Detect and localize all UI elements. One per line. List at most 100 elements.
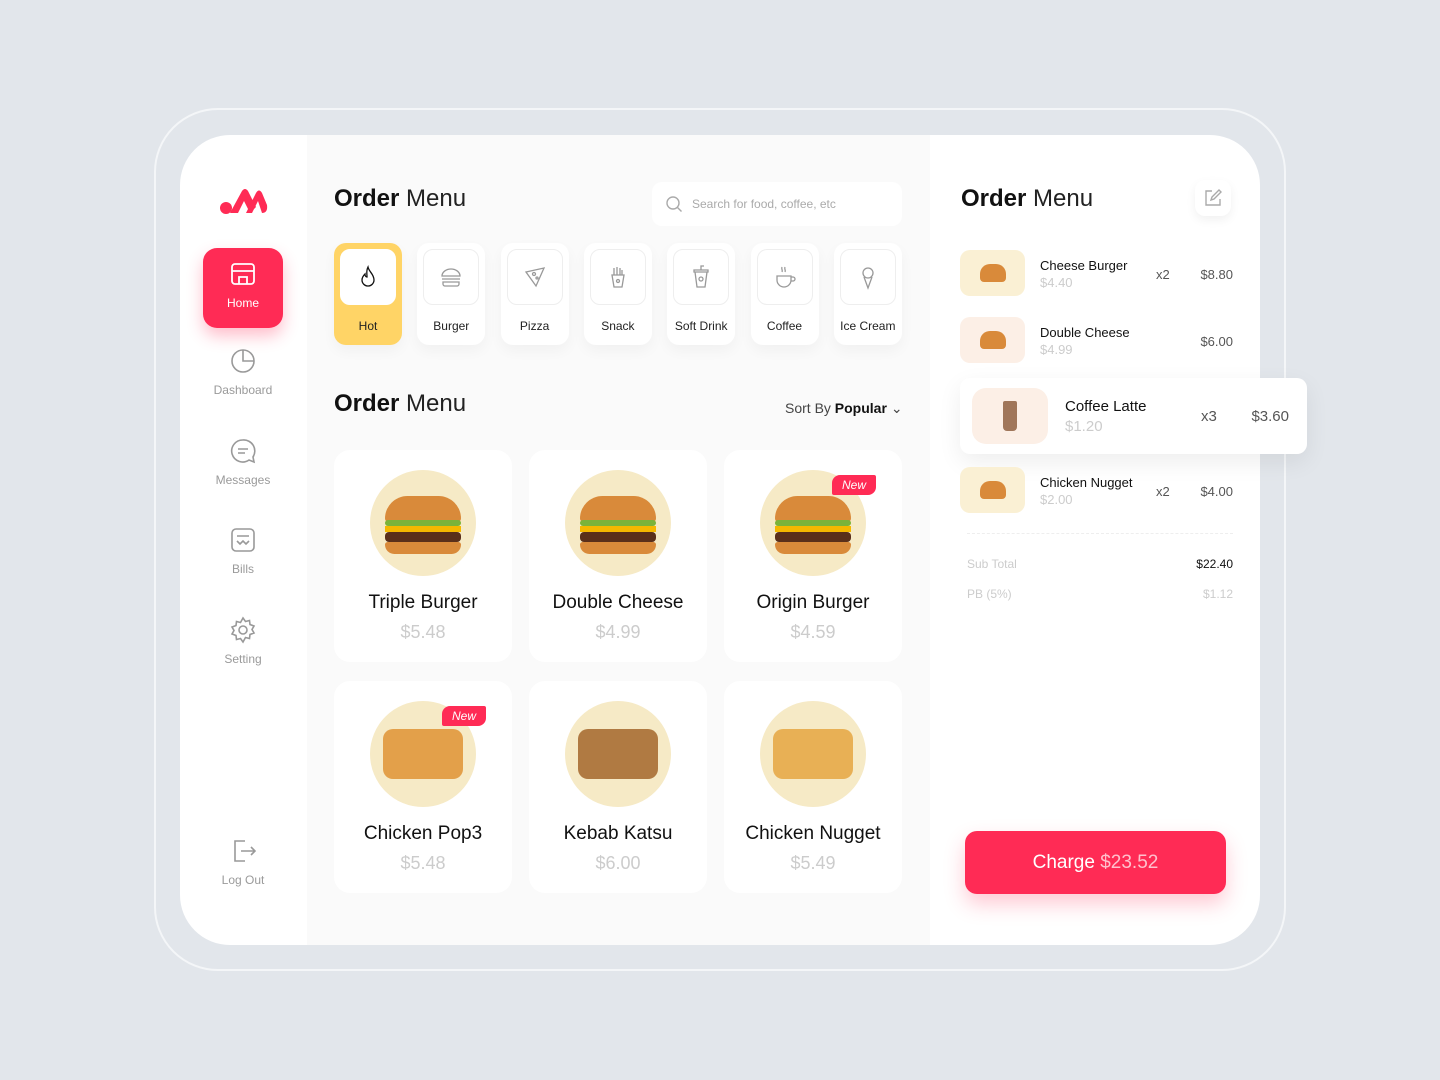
food-card[interactable]: Triple Burger $5.48 — [334, 450, 512, 662]
item-name: Double Cheese — [1040, 325, 1130, 340]
category-coffee[interactable]: Coffee — [750, 243, 819, 345]
edit-button[interactable] — [1195, 180, 1231, 216]
food-name: Chicken Pop3 — [363, 823, 483, 844]
food-price: $5.48 — [400, 853, 446, 873]
receipt-icon — [231, 528, 255, 552]
order-item[interactable]: Double Cheese $4.99 $6.00 — [960, 317, 1235, 365]
item-price: $1.20 — [1065, 418, 1103, 435]
category-burger[interactable]: Burger — [417, 243, 486, 345]
food-price: $4.99 — [595, 622, 641, 642]
pizza-icon — [524, 267, 545, 288]
logout-label: Log Out — [221, 873, 265, 887]
drink-icon — [693, 265, 709, 288]
food-price: $5.49 — [790, 853, 836, 873]
item-total: $6.00 — [1200, 334, 1233, 349]
sidebar-item-label: Setting — [224, 652, 262, 666]
gear-icon — [230, 616, 256, 644]
item-price: $2.00 — [1040, 492, 1073, 507]
ice-cream-icon — [862, 267, 874, 290]
category-label: Ice Cream — [840, 319, 896, 333]
food-image — [385, 490, 461, 556]
subtotal-row: Sub Total $22.40 — [967, 557, 1233, 571]
item-price: $4.99 — [1040, 342, 1073, 357]
sidebar-item-label: Dashboard — [213, 383, 273, 397]
app-window: Home Dashboard Messages Bills Setting Lo… — [180, 135, 1307, 945]
food-card[interactable]: New Origin Burger $4.59 — [724, 450, 902, 662]
sidebar-item-home[interactable]: Home — [203, 248, 283, 328]
fries-icon — [611, 267, 625, 288]
item-qty: x2 — [1156, 267, 1170, 282]
category-pizza[interactable]: Pizza — [500, 243, 569, 345]
item-price: $4.40 — [1040, 275, 1073, 290]
item-name: Chicken Nugget — [1040, 475, 1133, 490]
tax-row: PB (5%) $1.12 — [967, 587, 1233, 601]
order-title: Order Menu — [961, 185, 1094, 212]
food-name: Kebab Katsu — [563, 823, 673, 844]
item-name: Coffee Latte — [1065, 398, 1147, 415]
item-qty: x3 — [1201, 408, 1217, 425]
new-badge: New — [441, 706, 486, 726]
food-card[interactable]: New Chicken Pop3 $5.48 — [334, 681, 512, 893]
sidebar-item-bills[interactable]: Bills — [203, 514, 283, 594]
item-total: $8.80 — [1200, 267, 1233, 282]
order-item[interactable]: Chicken Nugget $2.00 x2 $4.00 — [960, 467, 1235, 515]
logout-button[interactable]: Log Out — [203, 825, 283, 905]
order-item[interactable]: Cheese Burger $4.40 x2 $8.80 — [960, 250, 1235, 298]
item-total: $3.60 — [1251, 408, 1289, 425]
food-price: $6.00 — [595, 853, 641, 873]
food-name: Double Cheese — [552, 592, 684, 613]
category-soft-drink[interactable]: Soft Drink — [667, 243, 736, 345]
store-icon — [231, 263, 255, 285]
food-image — [383, 729, 463, 779]
category-snack[interactable]: Snack — [583, 243, 652, 345]
burger-icon — [441, 268, 461, 287]
search-input[interactable]: Search for food, coffee, etc — [652, 182, 902, 226]
sidebar-item-setting[interactable]: Setting — [203, 604, 283, 684]
food-price: $5.48 — [400, 622, 446, 642]
pie-chart-icon — [231, 349, 255, 373]
new-badge: New — [831, 475, 876, 495]
sidebar-item-label: Bills — [231, 562, 254, 576]
food-price: $4.59 — [790, 622, 836, 642]
sidebar-item-dashboard[interactable]: Dashboard — [203, 335, 283, 415]
item-thumbnail — [979, 264, 1006, 282]
category-label: Pizza — [519, 319, 550, 333]
category-label: Hot — [358, 319, 378, 333]
food-card[interactable]: Double Cheese $4.99 — [529, 450, 707, 662]
category-label: Burger — [433, 319, 470, 333]
item-qty: x2 — [1156, 484, 1170, 499]
sidebar-item-messages[interactable]: Messages — [203, 425, 283, 505]
food-name: Triple Burger — [368, 592, 478, 613]
food-image — [580, 490, 656, 556]
chevron-down-icon: ⌄ — [890, 400, 903, 416]
category-label: Soft Drink — [674, 319, 728, 333]
charge-button[interactable]: Charge $23.52 — [965, 831, 1226, 894]
food-card[interactable]: Chicken Nugget $5.49 — [724, 681, 902, 893]
menu-panel: Order Menu Search for food, coffee, etc … — [307, 135, 930, 945]
sidebar: Home Dashboard Messages Bills Setting Lo… — [180, 135, 307, 945]
chat-icon — [230, 439, 256, 464]
flame-icon — [361, 265, 375, 287]
edit-icon — [1205, 189, 1222, 206]
item-total: $4.00 — [1200, 484, 1233, 499]
search-icon — [666, 196, 682, 212]
food-card[interactable]: Kebab Katsu $6.00 — [529, 681, 707, 893]
sort-dropdown[interactable]: Sort By Popular ⌄ — [785, 400, 903, 417]
category-ice-cream[interactable]: Ice Cream — [833, 243, 902, 345]
order-panel: Order Menu Cheese Burger $4.40 x2 $8.80 Doub… — [930, 135, 1307, 945]
sidebar-item-label: Home — [226, 296, 259, 310]
food-image — [578, 729, 658, 779]
category-label: Snack — [601, 319, 635, 333]
category-label: Coffee — [766, 319, 803, 333]
category-hot[interactable]: Hot — [334, 243, 402, 345]
logo — [220, 189, 268, 214]
item-thumbnail — [979, 331, 1006, 349]
food-image — [773, 729, 853, 779]
coffee-icon — [775, 266, 796, 288]
item-thumbnail — [979, 481, 1006, 499]
food-name: Chicken Nugget — [745, 823, 881, 844]
item-name: Cheese Burger — [1040, 258, 1128, 273]
food-image — [775, 490, 851, 556]
order-item-highlighted[interactable]: Coffee Latte $1.20 x3 $3.60 — [960, 378, 1307, 454]
food-name: Origin Burger — [756, 592, 870, 613]
